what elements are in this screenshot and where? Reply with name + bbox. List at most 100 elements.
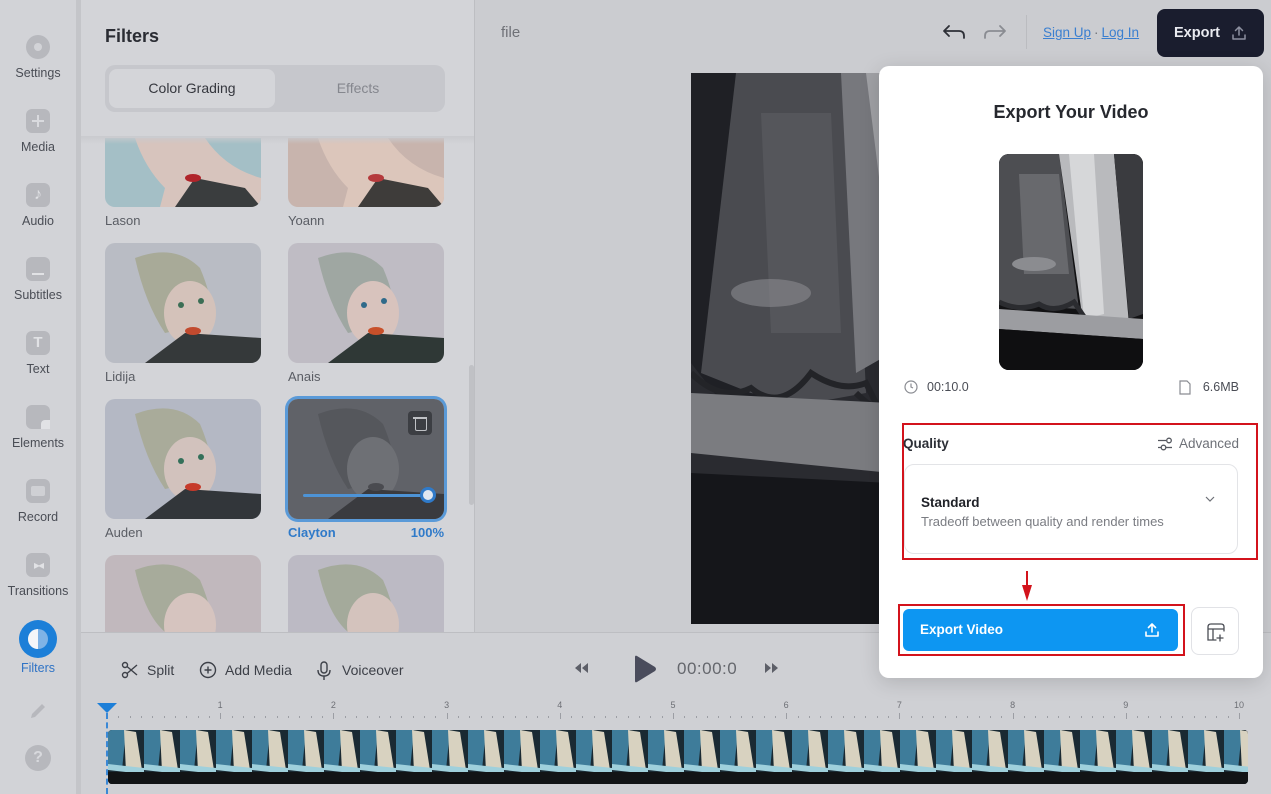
voiceover-button[interactable]: Voiceover	[316, 660, 406, 680]
sidebar-item-record[interactable]: Record	[0, 479, 76, 524]
ruler-tick	[695, 716, 697, 718]
clip-frame	[1224, 730, 1248, 784]
ruler-tick	[571, 716, 573, 718]
sidebar-item-filters[interactable]: Filters	[0, 620, 76, 675]
ruler-label: 9	[1123, 700, 1129, 710]
export-button[interactable]: Export	[1157, 9, 1264, 57]
ruler-tick	[333, 713, 335, 719]
play-icon[interactable]	[632, 654, 658, 684]
ruler-tick	[152, 716, 154, 718]
video-clip-track[interactable]	[108, 730, 1248, 784]
filter-tile-yoann[interactable]: Yoann	[288, 138, 444, 228]
rewind-icon[interactable]	[573, 661, 589, 675]
tab-color-grading[interactable]: Color Grading	[109, 69, 275, 108]
ruler-label: 3	[444, 700, 450, 710]
ruler-tick	[412, 716, 414, 718]
sidebar-item-elements[interactable]: Elements	[0, 405, 76, 450]
undo-icon[interactable]	[941, 22, 967, 42]
sidebar-item-label: Media	[20, 140, 56, 154]
advanced-settings-button[interactable]: Advanced	[1157, 436, 1239, 451]
playhead-handle[interactable]	[97, 703, 117, 713]
export-video-button[interactable]: Export Video	[903, 609, 1178, 651]
clip-frame	[252, 730, 288, 784]
filter-thumbnail	[288, 555, 444, 632]
ruler-tick	[537, 716, 539, 718]
playhead-line	[106, 713, 108, 794]
ruler-tick	[854, 716, 856, 718]
pencil-icon[interactable]	[27, 700, 49, 722]
clip-frame	[756, 730, 792, 784]
transitions-icon	[26, 553, 50, 577]
clip-frame	[972, 730, 1008, 784]
filter-name: Lason	[105, 213, 141, 228]
sidebar-item-audio[interactable]: Audio	[0, 183, 76, 228]
add-media-button[interactable]: Add Media	[199, 660, 294, 680]
ruler-tick	[1125, 713, 1127, 719]
filter-tile-lidija[interactable]: Lidija	[105, 243, 261, 384]
sidebar-item-label: Text	[26, 362, 50, 376]
ruler-tick	[378, 716, 380, 718]
quality-select[interactable]: Standard Tradeoff between quality and re…	[904, 464, 1238, 554]
filter-tile-lason[interactable]: Lason	[105, 138, 261, 228]
sidebar-item-transitions[interactable]: Transitions	[0, 553, 76, 598]
ruler-tick	[254, 716, 256, 718]
log-in-link[interactable]: Log In	[1102, 25, 1140, 40]
filter-name: Lidija	[105, 369, 136, 384]
timeline-ruler[interactable]: 1 2 3 4 5 6 7 8 9 10	[107, 700, 1249, 720]
filter-thumbnail	[288, 138, 444, 207]
tab-effects[interactable]: Effects	[275, 69, 441, 108]
ruler-tick	[457, 716, 459, 718]
ruler-tick	[627, 716, 629, 718]
ruler-tick	[865, 716, 867, 718]
clip-frame	[1188, 730, 1224, 784]
ruler-tick	[978, 716, 980, 718]
intensity-slider-track[interactable]	[303, 494, 428, 497]
help-icon[interactable]: ?	[25, 745, 51, 771]
ruler-tick	[299, 716, 301, 718]
clip-frame	[144, 730, 180, 784]
ruler-tick	[1227, 716, 1229, 718]
split-button[interactable]: Split	[121, 660, 181, 680]
filter-tile[interactable]	[288, 555, 444, 632]
ruler-tick	[1091, 716, 1093, 718]
delete-filter-icon[interactable]	[408, 411, 432, 435]
clock-icon	[904, 380, 918, 394]
ruler-tick	[174, 716, 176, 718]
auth-separator: ·	[1094, 25, 1099, 40]
quality-description: Tradeoff between quality and render time…	[921, 514, 1164, 529]
ruler-label: 10	[1233, 700, 1245, 710]
sidebar-item-label: Elements	[11, 436, 65, 450]
filter-name: Yoann	[288, 213, 325, 228]
clip-frame	[396, 730, 432, 784]
clip-frame	[216, 730, 252, 784]
ruler-tick	[729, 716, 731, 718]
filter-tile-clayton[interactable]: Clayton 100%	[288, 399, 444, 540]
ruler-label: 8	[1010, 700, 1016, 710]
sidebar-item-subtitles[interactable]: Subtitles	[0, 257, 76, 302]
project-filename[interactable]: file	[501, 24, 520, 41]
fast-forward-icon[interactable]	[764, 661, 780, 675]
sidebar-item-settings[interactable]: Settings	[0, 35, 76, 80]
video-preview[interactable]	[691, 73, 891, 624]
save-template-button[interactable]	[1191, 607, 1239, 655]
ruler-label: 2	[330, 700, 336, 710]
ruler-tick	[1171, 716, 1173, 718]
sidebar-item-media[interactable]: Media	[0, 109, 76, 154]
ruler-label: 5	[670, 700, 676, 710]
ruler-tick	[763, 716, 765, 718]
redo-icon[interactable]	[982, 22, 1008, 42]
intensity-slider-handle[interactable]	[420, 487, 436, 503]
ruler-tick	[616, 716, 618, 718]
filter-tile[interactable]	[105, 555, 261, 632]
ruler-tick	[808, 716, 810, 718]
ruler-tick	[1182, 716, 1184, 718]
sidebar-item-text[interactable]: Text	[0, 331, 76, 376]
ruler-tick	[140, 716, 142, 718]
clip-frame	[540, 730, 576, 784]
sidebar-item-label: Record	[17, 510, 59, 524]
quality-selected: Standard	[921, 495, 980, 510]
filter-tile-auden[interactable]: Auden	[105, 399, 261, 540]
filter-tile-anais[interactable]: Anais	[288, 243, 444, 384]
sidebar-item-label: Transitions	[7, 584, 69, 598]
sign-up-link[interactable]: Sign Up	[1043, 25, 1091, 40]
